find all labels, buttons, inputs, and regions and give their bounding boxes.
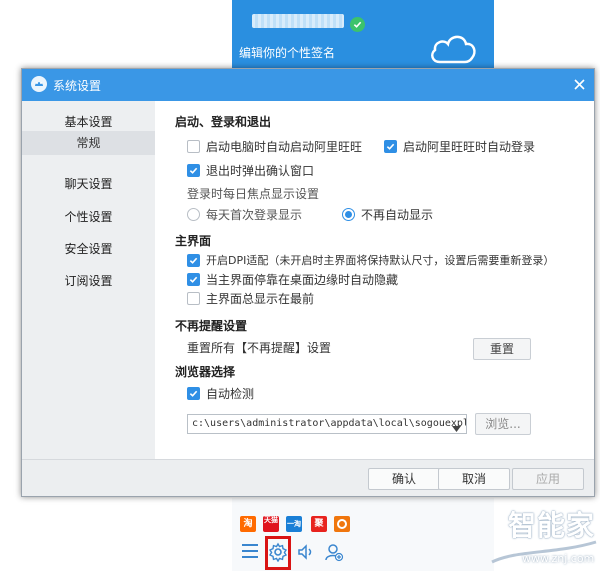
section-title-reminder: 不再提醒设置: [175, 319, 248, 333]
always-top-label: 主界面总显示在最前: [206, 292, 315, 306]
watermark-url: www.znj.com: [522, 552, 595, 565]
browser-path-select[interactable]: c:\users\administrator\appdata\local\sog…: [187, 414, 467, 434]
focus-daily-option[interactable]: 每天首次登录显示: [187, 206, 302, 223]
auto-detect-label: 自动检测: [206, 387, 255, 401]
add-contact-icon[interactable]: [324, 542, 346, 562]
gear-highlight-box: [265, 536, 291, 570]
focus-never-option[interactable]: 不再自动显示: [342, 206, 433, 223]
section-title-browser: 浏览器选择: [175, 365, 236, 379]
signature-text[interactable]: 编辑你的个性签名: [239, 44, 335, 61]
sidebar-item-subscription[interactable]: 订阅设置: [22, 266, 155, 296]
focus-setting-label: 登录时每日焦点显示设置: [187, 187, 320, 201]
auto-detect-option[interactable]: 自动检测: [187, 385, 254, 402]
sidebar-item-chat[interactable]: 聊天设置: [22, 169, 155, 199]
exit-confirm-option[interactable]: 退出时弹出确认窗口: [187, 162, 314, 179]
sidebar-item-personal[interactable]: 个性设置: [22, 202, 155, 232]
focus-never-radio[interactable]: [342, 208, 355, 221]
exit-confirm-label: 退出时弹出确认窗口: [206, 164, 315, 178]
auto-start-label: 启动电脑时自动启动阿里旺旺: [206, 140, 363, 154]
dialog-footer: 确认 取消 应用: [22, 459, 594, 496]
auto-start-option[interactable]: 启动电脑时自动启动阿里旺旺: [187, 138, 362, 155]
reset-button[interactable]: 重置: [473, 338, 531, 360]
taobao-icon[interactable]: 淘: [240, 516, 256, 532]
apply-button[interactable]: 应用: [512, 468, 584, 490]
reset-reminder-label: 重置所有【不再提醒】设置: [187, 341, 332, 355]
dialog-title: 系统设置: [53, 79, 102, 93]
auto-start-checkbox[interactable]: [187, 140, 200, 153]
sidebar-item-general[interactable]: 常规: [22, 131, 155, 155]
browse-button[interactable]: 浏览...: [475, 413, 531, 435]
always-top-option[interactable]: 主界面总显示在最前: [187, 290, 314, 307]
aliwangwang-logo-icon: [30, 75, 48, 93]
focus-daily-radio[interactable]: [187, 208, 200, 221]
chevron-down-icon[interactable]: [452, 421, 461, 435]
dpi-label: 开启DPI适配（未开启时主界面将保持默认尺寸，设置后需要重新登录）: [206, 254, 555, 267]
juhuasuan-icon[interactable]: 聚: [311, 516, 327, 532]
close-icon[interactable]: [568, 73, 590, 95]
speaker-icon[interactable]: [296, 542, 318, 562]
cloud-icon[interactable]: [428, 30, 478, 66]
auto-login-label: 启动阿里旺旺时自动登录: [403, 140, 536, 154]
username-masked: [252, 14, 344, 28]
auto-login-option[interactable]: 启动阿里旺旺时自动登录: [384, 138, 535, 155]
focus-never-label: 不再自动显示: [361, 208, 434, 222]
tmall-icon[interactable]: 天猫: [263, 516, 279, 532]
dpi-option[interactable]: 开启DPI适配（未开启时主界面将保持默认尺寸，设置后需要重新登录）: [187, 252, 554, 268]
always-top-checkbox[interactable]: [187, 292, 200, 305]
yitao-icon[interactable]: 一淘: [286, 516, 302, 532]
auto-hide-checkbox[interactable]: [187, 273, 200, 286]
settings-sidebar: 基本设置 常规 聊天设置 个性设置 安全设置 订阅设置: [22, 101, 155, 459]
menu-icon[interactable]: [240, 542, 262, 562]
section-title-startup: 启动、登录和退出: [175, 115, 272, 129]
focus-daily-label: 每天首次登录显示: [206, 208, 303, 222]
dialog-titlebar[interactable]: 系统设置: [22, 69, 594, 101]
auto-hide-option[interactable]: 当主界面停靠在桌面边缘时自动隐藏: [187, 271, 398, 288]
exit-confirm-checkbox[interactable]: [187, 164, 200, 177]
section-title-main-ui: 主界面: [175, 234, 212, 248]
auto-detect-checkbox[interactable]: [187, 387, 200, 400]
auto-hide-label: 当主界面停靠在桌面边缘时自动隐藏: [206, 273, 399, 287]
verified-icon: [350, 17, 365, 32]
watermark-text: 智能家: [508, 509, 596, 542]
cancel-button[interactable]: 取消: [438, 468, 510, 490]
settings-dialog: 系统设置 基本设置 常规 聊天设置 个性设置 安全设置 订阅设置 启动、登录和退…: [21, 68, 595, 497]
ok-button[interactable]: 确认: [368, 468, 440, 490]
trip-icon[interactable]: [334, 516, 350, 532]
dpi-checkbox[interactable]: [187, 253, 200, 267]
auto-login-checkbox[interactable]: [384, 140, 397, 153]
sidebar-item-security[interactable]: 安全设置: [22, 234, 155, 264]
